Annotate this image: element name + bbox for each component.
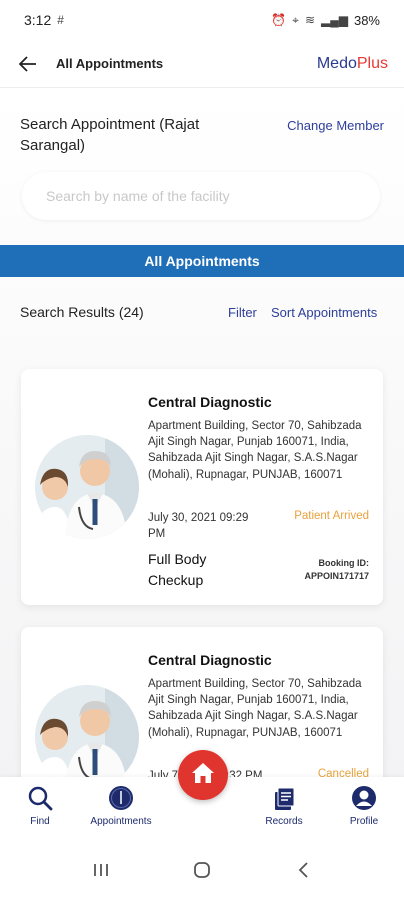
change-member-link[interactable]: Change Member bbox=[287, 118, 384, 133]
tab-all-appointments[interactable]: All Appointments bbox=[0, 245, 404, 277]
battery-level: 38% bbox=[353, 12, 380, 28]
booking-id-value: APPOIN171717 bbox=[304, 571, 369, 581]
booking-id-label: Booking ID: bbox=[318, 558, 370, 568]
facility-image bbox=[35, 435, 139, 539]
nav-profile-label: Profile bbox=[349, 816, 379, 827]
home-icon bbox=[191, 762, 215, 789]
recent-apps-icon[interactable] bbox=[81, 855, 121, 885]
facility-name: Central Diagnostic bbox=[148, 394, 272, 410]
appointment-datetime: July 30, 2021 09:29 PM bbox=[148, 512, 249, 540]
brand-logo-part2: Plus bbox=[356, 54, 388, 72]
records-icon bbox=[271, 777, 297, 811]
search-icon bbox=[27, 777, 53, 811]
system-nav-bar bbox=[0, 840, 404, 900]
brand-logo-part1: Medo bbox=[316, 54, 357, 72]
signal-icon: ▂▄▆ bbox=[321, 13, 348, 27]
location-icon: ⌖ bbox=[292, 12, 299, 27]
brand-logo: MedoPlus bbox=[317, 55, 388, 73]
page-title: All Appointments bbox=[56, 56, 164, 71]
alarm-icon: ⏰ bbox=[271, 13, 287, 27]
wifi-icon: ≋ bbox=[304, 13, 315, 27]
status-time: 3:12 bbox=[24, 12, 52, 28]
nav-records-label: Records bbox=[265, 816, 303, 827]
status-badge: Patient Arrived bbox=[294, 510, 369, 522]
booking-id: Booking ID: APPOIN171717 bbox=[304, 557, 369, 583]
search-input[interactable] bbox=[46, 188, 356, 204]
search-box[interactable] bbox=[22, 172, 380, 220]
search-heading: Search Appointment (Rajat Sarangal) bbox=[20, 116, 200, 154]
back-arrow-icon[interactable] bbox=[16, 52, 40, 76]
home-button[interactable] bbox=[178, 750, 228, 800]
nav-appointments[interactable]: Appointments bbox=[83, 777, 159, 827]
facility-address: Apartment Building, Sector 70, Sahibzada… bbox=[148, 420, 362, 481]
search-results-count: Search Results (24) bbox=[20, 304, 144, 320]
facility-address: Apartment Building, Sector 70, Sahibzada… bbox=[148, 678, 362, 739]
hashtag-icon: # bbox=[57, 13, 64, 27]
clock-icon bbox=[108, 777, 134, 811]
test-name: Full Body Checkup bbox=[148, 551, 207, 588]
nav-profile[interactable]: Profile bbox=[343, 777, 385, 827]
nav-appointments-label: Appointments bbox=[90, 816, 152, 827]
filter-button[interactable]: Filter bbox=[228, 305, 257, 320]
nav-find-label: Find bbox=[30, 816, 50, 827]
profile-icon bbox=[351, 777, 377, 811]
sort-appointments-button[interactable]: Sort Appointments bbox=[271, 305, 377, 320]
system-back-icon[interactable] bbox=[283, 855, 323, 885]
facility-image bbox=[35, 685, 139, 789]
nav-records[interactable]: Records bbox=[262, 777, 306, 827]
appointment-card[interactable]: Central Diagnostic Apartment Building, S… bbox=[21, 369, 383, 605]
nav-find[interactable]: Find bbox=[20, 777, 60, 827]
status-bar: 3:12 # ⏰ ⌖ ≋ ▂▄▆ 38% bbox=[0, 0, 404, 40]
facility-name: Central Diagnostic bbox=[148, 652, 272, 668]
home-circle-icon[interactable] bbox=[182, 855, 222, 885]
app-bar: All Appointments MedoPlus bbox=[0, 40, 404, 88]
